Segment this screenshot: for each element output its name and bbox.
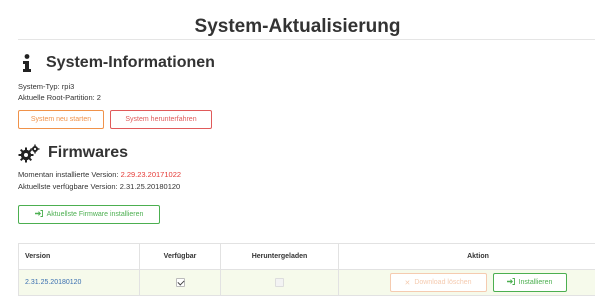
root-partition-line: Aktuelle Root-Partition: 2 [18,93,101,102]
sign-in-icon [506,278,515,287]
available-checkbox[interactable] [175,278,185,287]
gears-icon [18,143,40,163]
system-type-label: System-Typ: [18,82,60,91]
installed-version-label: Momentan installierte Version: [18,170,119,179]
table-header-row: Version Verfügbar Heruntergeladen Aktion [18,243,595,270]
column-header-available: Verfügbar [139,243,221,270]
table-row: 2.31.25.20180120 ✕ Download löschen Inst… [18,269,595,296]
latest-version-label: Aktuellste verfügbare Version: [18,182,118,191]
downloaded-checkbox [275,278,284,287]
row-version[interactable]: 2.31.25.20180120 [18,269,140,296]
times-icon: ✕ [404,279,411,287]
column-header-version: Version [18,243,140,270]
delete-download-button[interactable]: ✕ Download löschen [389,273,487,292]
latest-version-value: 2.31.25.20180120 [119,182,181,191]
installed-version-line: Momentan installierte Version: 2.29.23.2… [18,170,181,179]
row-actions: ✕ Download löschen Installieren [339,273,595,292]
page-title: System-Aktualisierung [194,16,401,37]
row-available-cell [139,269,221,296]
firmware-table: Version Verfügbar Heruntergeladen Aktion… [18,243,595,296]
column-header-action: Aktion [338,243,595,270]
restart-system-button[interactable]: System neu starten [18,110,104,129]
delete-download-label: Download löschen [414,279,472,286]
install-button[interactable]: Installieren [492,273,567,292]
row-actions-cell: ✕ Download löschen Installieren [338,269,595,296]
info-icon [18,53,36,73]
column-header-downloaded: Heruntergeladen [220,243,339,270]
install-latest-firmware-label: Aktuellste Firmware installieren [46,211,144,218]
system-type-value: rpi3 [61,82,75,91]
row-downloaded-cell [220,269,339,296]
latest-version-line: Aktuellste verfügbare Version: 2.31.25.2… [18,182,180,191]
installed-version-value: 2.29.23.20171022 [120,170,182,179]
shutdown-system-button[interactable]: System herunterfahren [110,110,212,129]
sign-in-icon [34,210,43,219]
title-divider [18,39,595,40]
firmware-title: Firmwares [48,144,129,161]
system-type-line: System-Typ: rpi3 [18,82,74,91]
system-info-header: System-Informationen [18,53,215,73]
install-latest-firmware-button[interactable]: Aktuellste Firmware installieren [18,205,160,224]
system-info-title: System-Informationen [46,54,215,71]
firmware-header: Firmwares [18,143,128,163]
install-label: Installieren [518,279,553,286]
root-partition-value: 2 [96,93,101,102]
root-partition-label: Aktuelle Root-Partition: [18,93,95,102]
